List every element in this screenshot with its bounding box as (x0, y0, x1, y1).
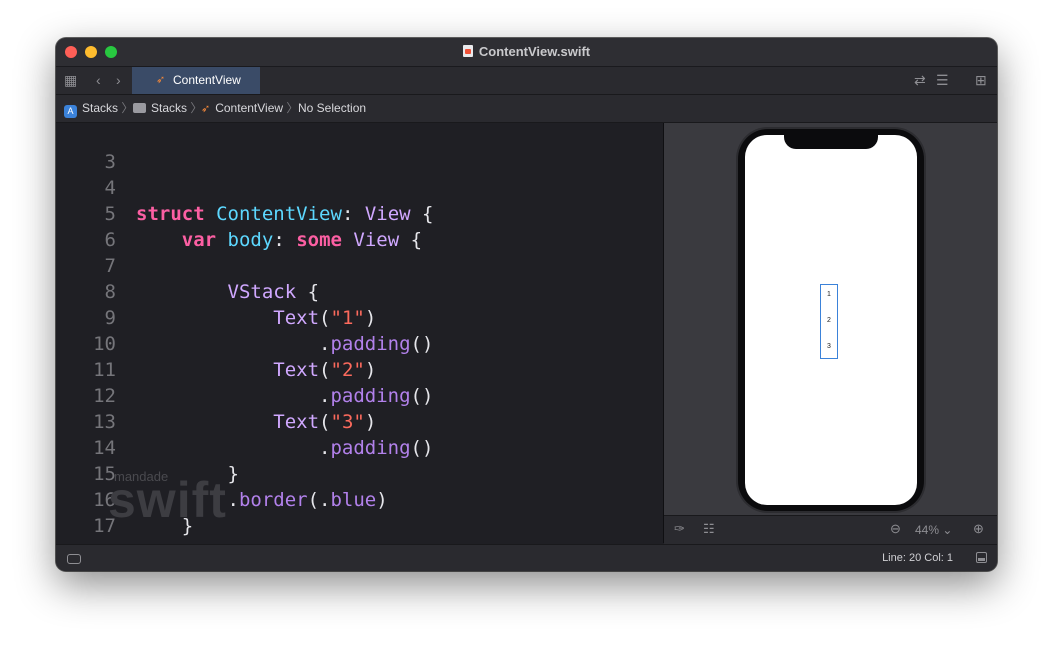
tab-bar: ▦ ‹ › ➶ ContentView ⇄ ☰ ⊞ (56, 67, 997, 95)
code-line: 11 .padding() (56, 331, 433, 407)
split-icon[interactable]: ⊞ (975, 72, 987, 88)
status-bar: Line: 20 Col: 1 (56, 544, 997, 571)
preview-text-3: 3 (827, 343, 831, 350)
iphone-notch (784, 135, 878, 149)
preview-text-1: 1 (827, 291, 831, 298)
swift-icon: ➶ (201, 103, 211, 115)
code-line: 14 } (56, 409, 239, 485)
code-line: 4 struct ContentView: View { (56, 149, 434, 225)
jump-bar-project[interactable]: A Stacks 〉 (64, 95, 133, 122)
code-line: 7 VStack { (56, 227, 320, 303)
iphone-frame: 1 2 3 (738, 129, 924, 511)
code-line: 15 .border(.blue) (56, 435, 388, 511)
arrows-icon[interactable]: ⇄ (914, 72, 926, 88)
panel-icon[interactable] (976, 552, 987, 563)
window-title: ContentView.swift (56, 44, 997, 59)
jump-bar-file[interactable]: ➶ ContentView 〉 (201, 95, 298, 123)
zoom-out-icon[interactable]: ⊖ (890, 522, 901, 536)
line-number: 18 (56, 539, 116, 543)
zoom-level[interactable]: 44% ⌄ (915, 523, 952, 537)
tab-contentview[interactable]: ➶ ContentView (132, 67, 260, 94)
jump-bar-folder-label: Stacks (151, 101, 188, 115)
preview-vstack: 1 2 3 (820, 284, 838, 359)
code-line: 13 .padding() (56, 383, 433, 459)
jump-bar-file-label: ContentView (215, 101, 284, 115)
tab-label: ContentView (173, 73, 241, 87)
cursor-position: Line: 20 Col: 1 (882, 552, 953, 564)
grid-icon[interactable]: ▦ (64, 72, 77, 88)
iphone-screen: 1 2 3 (745, 135, 917, 505)
preview-text-2: 2 (827, 317, 831, 324)
jump-bar-selection[interactable]: No Selection (298, 95, 366, 122)
xcode-window: ContentView.swift ▦ ‹ › ➶ ContentView ⇄ … (56, 38, 997, 571)
code-line: 12 Text("3") (56, 357, 376, 433)
code-line: 5 var body: some View { (56, 175, 423, 251)
code-line: 9 .padding() (56, 279, 434, 355)
title-bar: ContentView.swift (56, 38, 997, 67)
preview-canvas: 1 2 3 (664, 123, 997, 515)
code-line: 8 Text("1") (56, 253, 377, 329)
window-title-text: ContentView.swift (478, 44, 591, 59)
chevron-down-icon: ⌄ (942, 523, 953, 537)
code-line: 10 Text("2") (56, 305, 376, 381)
zoom-level-text: 44% (915, 523, 940, 537)
chevron-left-icon[interactable]: ‹ (96, 72, 101, 88)
code-line: 3 (56, 123, 125, 173)
lines-icon[interactable]: ☰ (936, 72, 949, 88)
jump-bar-folder[interactable]: Stacks 〉 (133, 95, 202, 122)
pin-icon[interactable]: ✑ (674, 522, 685, 536)
swift-icon: ➶ (156, 74, 166, 86)
swift-file-icon (462, 45, 473, 57)
app-project-icon: A (64, 105, 77, 118)
sliders-icon[interactable]: ☷ (703, 522, 715, 536)
chevron-right-icon[interactable]: › (116, 72, 121, 88)
code-line: 6 (56, 201, 125, 251)
debug-area-icon[interactable] (67, 554, 81, 564)
jump-bar-project-label: Stacks (82, 101, 119, 115)
jump-bar: A Stacks 〉 Stacks 〉 ➶ ContentView 〉 No Sel… (56, 95, 997, 123)
folder-icon (133, 103, 146, 113)
canvas-toolbar: ✑ ☷ ⊖ 44% ⌄ ⊕ (664, 515, 997, 544)
watermark-swift: swift (108, 472, 227, 528)
zoom-in-icon[interactable]: ⊕ (973, 522, 984, 536)
